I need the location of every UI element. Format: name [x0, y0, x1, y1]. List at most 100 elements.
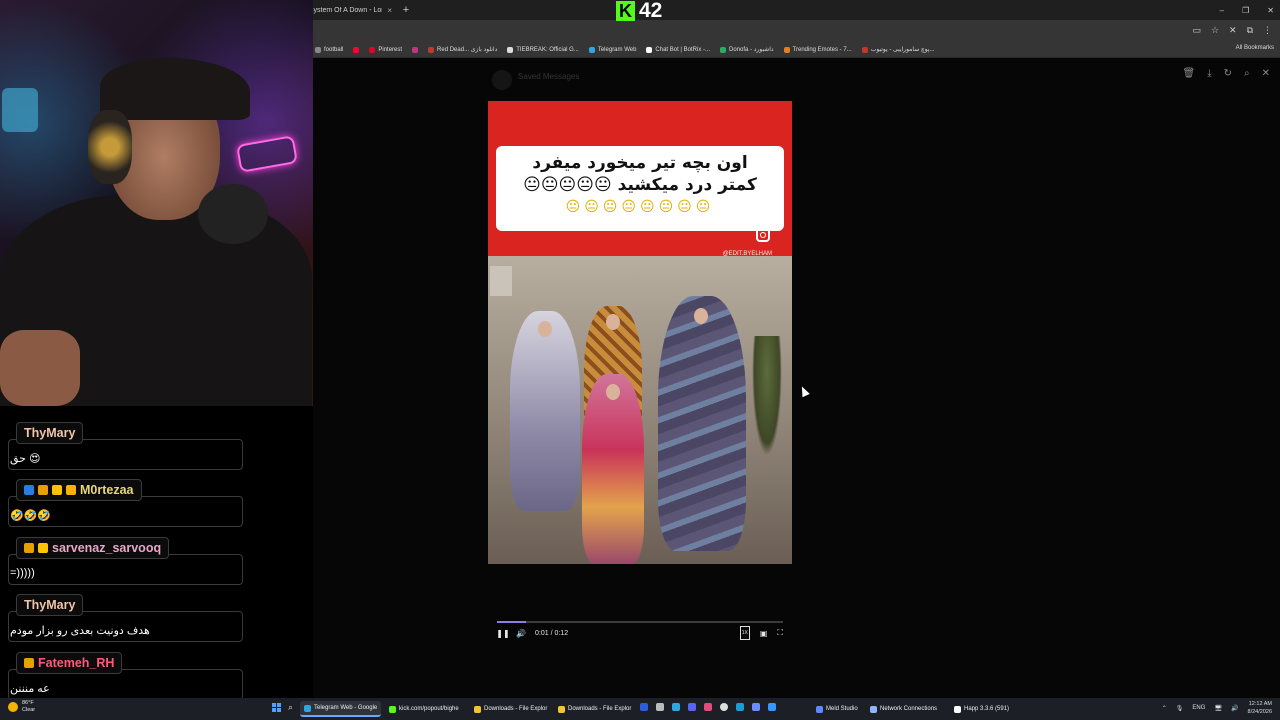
minimize-button[interactable]: – — [1220, 6, 1224, 15]
puzzle-icon[interactable]: ⧉ — [1247, 25, 1253, 36]
delete-icon[interactable]: 🗑 — [1182, 68, 1195, 79]
taskbar-app[interactable]: Downloads - File Explor — [554, 701, 635, 717]
extension-icon[interactable]: ✕ — [1229, 25, 1237, 36]
app-icon[interactable] — [768, 703, 776, 711]
bookmark-favicon-icon — [412, 46, 419, 53]
all-bookmarks-link[interactable]: All Bookmarks — [1236, 45, 1274, 51]
chrome-icon[interactable] — [720, 703, 728, 711]
download-icon[interactable]: ⤓ — [1207, 68, 1211, 79]
taskbar-app[interactable]: Happ 3.3.6 (591) — [950, 701, 1013, 717]
person-in-blanket — [510, 311, 580, 511]
plant — [752, 336, 782, 456]
bookmark-item[interactable]: Pinterest — [369, 46, 403, 53]
webcam-overlay — [0, 0, 313, 406]
bookmark-item[interactable]: Red Dead... دانلود بازی — [428, 46, 497, 53]
cast-icon[interactable]: ▭ — [1192, 25, 1201, 36]
taskbar-app[interactable]: Telegram Web - Google — [300, 701, 382, 717]
video-player[interactable]: اون بچه تیر میخورد میفرد کمتر درد میکشید… — [488, 101, 792, 564]
bookmark-item[interactable]: پوچ ساموراییی - یوتیوب... — [861, 46, 935, 53]
taskbar-app[interactable]: Downloads - File Explor — [470, 701, 551, 717]
viewer-count: 42 — [639, 0, 663, 22]
pause-button[interactable]: ❚❚ — [496, 626, 509, 640]
app-icon — [870, 705, 877, 713]
maximize-button[interactable]: ❐ — [1242, 6, 1249, 15]
chat-username: M0rtezaa — [16, 479, 142, 501]
zoom-icon[interactable]: ⌕ — [1244, 68, 1250, 79]
avatar — [492, 70, 512, 90]
app-icon[interactable] — [640, 703, 648, 711]
volume-button[interactable]: 🔊 — [513, 626, 529, 640]
menu-icon[interactable]: ⋮ — [1263, 25, 1272, 36]
bookmark-label: football — [324, 46, 344, 53]
bookmark-item[interactable] — [412, 46, 419, 53]
new-tab-button[interactable]: + — [398, 4, 414, 16]
bookmark-item[interactable]: Telegram Web — [588, 46, 636, 53]
bookmark-item[interactable]: Trending Emotes - 7... — [783, 46, 852, 53]
bookmark-label: Trending Emotes - 7... — [792, 46, 852, 53]
instagram-icon — [756, 228, 770, 242]
viewer-actions: 🗑 ⤓ ↻ ⌕ ✕ — [1182, 68, 1270, 79]
chat-message-text: حق 😍 — [10, 453, 41, 465]
bookmark-label: Pinterest — [378, 46, 403, 53]
search-icon[interactable]: ⌕ — [288, 702, 293, 713]
taskbar-app[interactable]: kick.com/popout/bighe — [385, 701, 463, 717]
start-button[interactable] — [272, 703, 281, 712]
app-icon — [389, 705, 396, 713]
taskbar-app[interactable]: Meld Studio — [812, 701, 862, 717]
app-icon[interactable] — [704, 703, 712, 711]
chat-message-text: عه منننن — [10, 683, 50, 695]
caption-emojis: 😐😐😐😐😐😐😐😐 — [565, 198, 715, 214]
streamer-arm — [0, 330, 80, 406]
headphones — [88, 110, 132, 184]
app-icon[interactable] — [672, 703, 680, 711]
bookmark-favicon-icon — [369, 46, 376, 53]
bookmark-label: Donofa - داشبورد — [729, 47, 774, 53]
chat-title: Saved Messages — [518, 72, 580, 81]
bookmark-item[interactable]: Chat Bot | BotRix -... — [646, 46, 710, 53]
volume-icon[interactable]: 🔊 — [1231, 705, 1238, 712]
badge-icon — [24, 543, 34, 553]
bookmark-item[interactable]: football — [315, 46, 344, 53]
app-icon[interactable] — [752, 703, 760, 711]
badge-icon — [66, 485, 76, 495]
person-in-blanket — [658, 296, 746, 551]
weather-desc: Clear — [22, 707, 36, 713]
app-icon[interactable] — [736, 703, 744, 711]
show-hidden-icons[interactable]: ⌃ — [1162, 705, 1167, 712]
bookmark-favicon-icon — [783, 46, 790, 53]
taskbar-app-label: Network Connections — [880, 706, 938, 712]
app-icon — [954, 705, 961, 713]
app-icon — [304, 704, 311, 712]
rotate-icon[interactable]: ↻ — [1224, 68, 1232, 79]
clock[interactable]: 12:12 AM 8/24/2026 — [1248, 700, 1272, 716]
taskbar-app-label: Happ 3.3.6 (591) — [964, 706, 1010, 712]
microphone-icon[interactable]: 🎙 — [1176, 705, 1184, 712]
bookmark-favicon-icon — [720, 46, 726, 53]
close-tab-icon[interactable]: × — [387, 6, 392, 15]
app-icon[interactable] — [688, 703, 696, 711]
language-indicator[interactable]: ENG — [1192, 705, 1205, 712]
bookmark-label: TIEBREAK: Official G... — [516, 46, 579, 53]
taskbar-app-label: kick.com/popout/bighe — [399, 706, 459, 712]
bookmark-item[interactable] — [353, 46, 360, 53]
badge-icon — [52, 485, 62, 495]
window-controls: – ❐ ✕ — [1220, 0, 1274, 20]
weather-widget[interactable]: 86°F Clear — [8, 700, 35, 714]
app-icon[interactable] — [656, 703, 664, 711]
close-window-button[interactable]: ✕ — [1267, 6, 1274, 15]
network-icon[interactable]: 🖥 — [1214, 705, 1222, 712]
video-progress-bar[interactable] — [497, 621, 783, 623]
pip-button[interactable]: ▣ — [760, 626, 768, 640]
bookmark-star-icon[interactable]: ☆ — [1211, 25, 1219, 36]
fullscreen-button[interactable]: ⛶ — [777, 626, 783, 640]
taskbar-app[interactable]: Network Connections — [866, 701, 941, 717]
bookmark-label: Chat Bot | BotRix -... — [655, 46, 710, 53]
playback-speed-button[interactable]: 1X — [739, 626, 750, 640]
bookmark-item[interactable]: TIEBREAK: Official G... — [507, 46, 579, 53]
app-icon — [816, 705, 823, 713]
badge-icon — [38, 543, 48, 553]
video-time: 0:01 / 0:12 — [535, 629, 569, 637]
bookmark-favicon-icon — [507, 46, 514, 53]
close-icon[interactable]: ✕ — [1262, 68, 1270, 79]
bookmark-item[interactable]: Donofa - داشبورد — [720, 46, 774, 53]
